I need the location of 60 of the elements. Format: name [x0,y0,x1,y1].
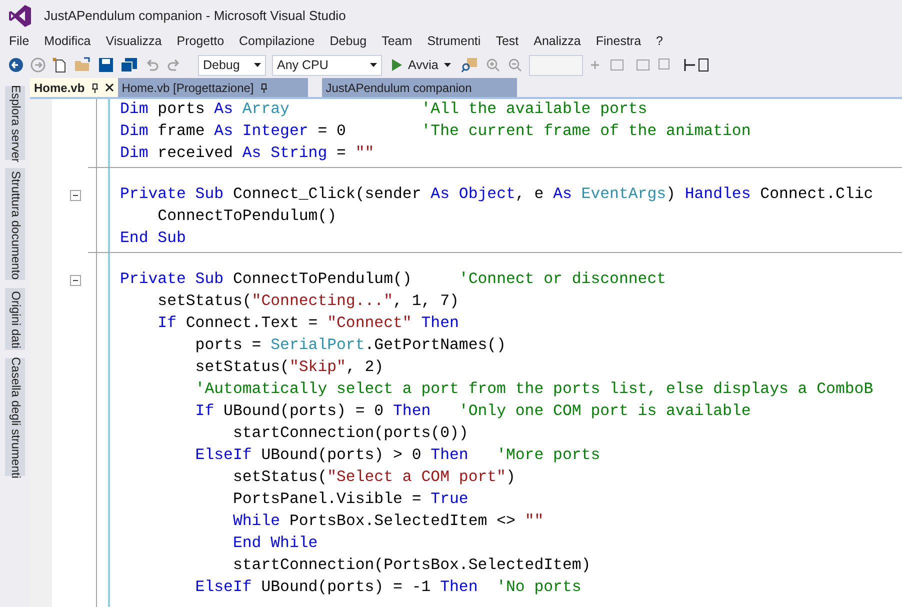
new-item-icon[interactable] [52,57,68,73]
code-line: Dim received As String = "" [120,146,374,162]
code-line: setStatus("Skip", 2) [194,360,384,376]
document-tab[interactable]: Home.vb [30,78,118,97]
menu-item[interactable]: Compilazione [232,32,322,50]
menu-item[interactable]: Team [374,32,420,50]
menu-item[interactable]: File [2,32,36,50]
code-line: ElseIf UBound(ports) = -1 Then 'No ports [194,580,582,596]
pin-icon[interactable] [90,82,99,92]
menu-item[interactable]: Modifica [37,32,98,50]
side-tab[interactable]: Struttura documento [5,168,25,280]
code-line: setStatus("Connecting...", 1, 7) [156,294,459,310]
code-line: setStatus("Select a COM port") [232,470,516,486]
code-line: 'Automatically select a port from the ports list, else displays a ComboB [194,382,874,398]
caret-icon [370,63,377,67]
collapse-icon[interactable] [70,275,81,286]
code-line: ports = SerialPort.GetPortNames() [194,338,506,354]
code-line: ElseIf UBound(ports) > 0 Then 'More ports [194,448,600,464]
code-line: If UBound(ports) = 0 Then 'Only one COM port is available [194,404,751,420]
code-line: Private Sub Connect_Click(sender As Object, e As EventArgs) Handles Connect.Clic [120,187,874,203]
code-line: PortsPanel.Visible = True [232,492,468,508]
caret-icon [444,63,452,67]
caret-icon [254,63,261,67]
code-line: Dim ports As Array 'All the available ports [120,102,648,118]
back-icon[interactable] [8,57,24,73]
start-button[interactable]: Avvia [388,54,456,76]
code-line: startConnection(ports(0)) [232,426,468,442]
code-line: ConnectToPendulum() [156,209,337,225]
close-icon[interactable] [104,83,114,92]
code-line: Dim frame As Integer = 0 'The current frame of the animation [120,124,751,140]
side-tab[interactable]: Origini dati [5,288,25,350]
side-tab[interactable]: Casella degli strumenti [5,358,25,476]
code-line: End Sub [120,231,186,247]
platform-dropdown[interactable]: Any CPU [272,54,382,76]
document-tab[interactable]: Home.vb [Progettazione] [118,78,308,97]
collapse-icon[interactable] [70,190,81,201]
document-tab[interactable]: JustAPendulum companion [322,78,517,97]
code-line: startConnection(PortsBox.SelectedItem) [232,558,591,574]
play-icon [392,59,402,71]
save-all-icon[interactable] [120,57,138,73]
menu-item[interactable]: Strumenti [420,32,488,50]
find-icon[interactable] [461,57,480,73]
save-icon[interactable] [98,57,114,73]
side-tab[interactable]: Esplora server [5,86,25,160]
configuration-dropdown[interactable]: Debug [198,54,266,76]
folder-icon[interactable] [74,57,92,73]
code-line: Private Sub ConnectToPendulum() 'Connect or disconnect [120,272,666,288]
menu-item[interactable]: Analizza [526,32,588,50]
menu-item[interactable]: Test [488,32,526,50]
pin-icon[interactable] [260,82,268,92]
menu-item[interactable]: Progetto [170,32,232,50]
window-title: JustAPendulum companion - Microsoft Visual Studio [44,7,346,26]
menu-item[interactable]: Finestra [588,32,648,50]
menu-item[interactable]: ? [649,32,670,50]
code-line: If Connect.Text = "Connect" Then [156,316,459,332]
code-line: End While [232,536,318,552]
menu-item[interactable]: Visualizza [98,32,169,50]
menu-item[interactable]: Debug [322,32,374,50]
app-logo-icon [8,4,32,28]
code-line: While PortsBox.SelectedItem <> "" [232,514,544,530]
